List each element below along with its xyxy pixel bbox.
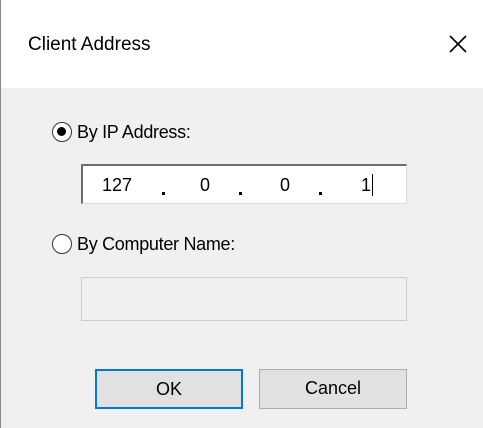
by-ip-address-label[interactable]: By IP Address: — [77, 122, 191, 142]
cancel-button[interactable]: Cancel — [259, 369, 407, 409]
by-computer-name-radio[interactable] — [52, 234, 72, 254]
client-address-dialog: Client Address By IP Address: 127 0 0 1 … — [0, 0, 483, 428]
computer-name-input[interactable] — [81, 277, 407, 321]
close-icon[interactable] — [444, 30, 474, 60]
ip-separator-dot — [319, 192, 322, 195]
ip-address-input[interactable]: 127 0 0 1 — [81, 164, 407, 204]
ip-octet-1[interactable]: 127 — [102, 175, 132, 195]
ip-octet-3[interactable]: 0 — [280, 175, 290, 195]
ok-button[interactable]: OK — [95, 369, 243, 409]
ip-octet-2[interactable]: 0 — [200, 175, 210, 195]
dialog-title: Client Address — [28, 34, 151, 55]
text-caret — [372, 174, 373, 196]
by-computer-name-label[interactable]: By Computer Name: — [77, 234, 235, 254]
title-bar[interactable]: Client Address — [1, 0, 483, 88]
ip-separator-dot — [239, 192, 242, 195]
ip-separator-dot — [162, 192, 165, 195]
radio-selected-dot — [57, 127, 66, 136]
ip-octet-4[interactable]: 1 — [361, 175, 371, 195]
by-ip-address-radio[interactable] — [52, 122, 72, 142]
